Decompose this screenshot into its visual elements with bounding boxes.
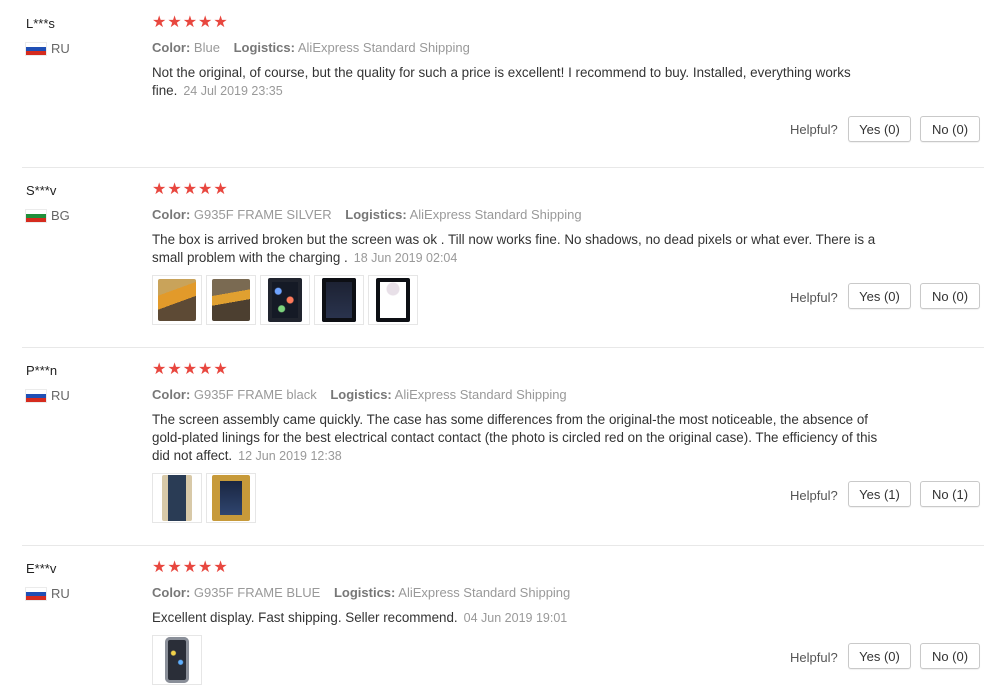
color-value: G935F FRAME black (193, 387, 317, 402)
color-label: Color: (152, 387, 191, 402)
helpful-no-button[interactable]: No (0) (920, 116, 980, 142)
review-meta: Color: G935F FRAME BLUE Logistics: AliEx… (152, 585, 570, 600)
review-divider (22, 545, 984, 546)
star-rating: ★★★★★ (152, 14, 229, 31)
review-date: 04 Jun 2019 19:01 (463, 611, 568, 625)
review-photo-thumbnail[interactable] (206, 275, 256, 325)
review-photo-thumbnail[interactable] (260, 275, 310, 325)
review-text-block: Not the original, of course, but the qua… (152, 64, 887, 100)
country-code: RU (51, 586, 70, 601)
review-photo-thumbnail[interactable] (206, 473, 256, 523)
review-text: The box is arrived broken but the screen… (152, 232, 876, 265)
helpful-label: Helpful? (790, 290, 838, 305)
review-photos (152, 473, 256, 523)
phone-photo-icon (268, 278, 302, 322)
star-rating: ★★★★★ (152, 559, 229, 576)
color-label: Color: (152, 40, 191, 55)
reviewer-name: P***n (26, 363, 58, 378)
reviewer-country: RU (26, 41, 70, 56)
logistics-value: AliExpress Standard Shipping (394, 387, 567, 402)
russia-flag-icon (26, 389, 46, 402)
review-text-block: Excellent display. Fast shipping. Seller… (152, 609, 887, 627)
color-label: Color: (152, 585, 191, 600)
review-photo-thumbnail[interactable] (368, 275, 418, 325)
phone-photo-icon (165, 637, 189, 683)
helpful-yes-button[interactable]: Yes (0) (848, 283, 911, 309)
review-photo-thumbnail[interactable] (152, 275, 202, 325)
review-date: 24 Jul 2019 23:35 (183, 84, 283, 98)
review-divider (22, 167, 984, 168)
review-date: 18 Jun 2019 02:04 (353, 251, 458, 265)
color-value: G935F FRAME SILVER (193, 207, 332, 222)
country-code: RU (51, 388, 70, 403)
review-date: 12 Jun 2019 12:38 (238, 449, 342, 463)
color-value: Blue (193, 40, 220, 55)
logistics-label: Logistics: (345, 207, 407, 222)
review-divider (22, 347, 984, 348)
color-value: G935F FRAME BLUE (193, 585, 321, 600)
logistics-label: Logistics: (233, 40, 295, 55)
review-meta: Color: G935F FRAME SILVER Logistics: Ali… (152, 207, 582, 222)
box-photo-icon (158, 279, 196, 321)
russia-flag-icon (26, 42, 46, 55)
review-photo-thumbnail[interactable] (152, 473, 202, 523)
review-text-block: The box is arrived broken but the screen… (152, 231, 887, 267)
review-photos (152, 275, 418, 325)
reviewer-country: BG (26, 208, 70, 223)
helpful-no-button[interactable]: No (0) (920, 643, 980, 669)
reviewer-name: L***s (26, 16, 55, 31)
color-label: Color: (152, 207, 191, 222)
helpful-no-button[interactable]: No (0) (920, 283, 980, 309)
reviewer-name: S***v (26, 183, 57, 198)
phone-photo-icon (376, 278, 410, 322)
review-text-block: The screen assembly came quickly. The ca… (152, 411, 887, 465)
review-photo-thumbnail[interactable] (314, 275, 364, 325)
star-rating: ★★★★★ (152, 361, 229, 378)
helpful-label: Helpful? (790, 122, 838, 137)
helpful-no-button[interactable]: No (1) (920, 481, 980, 507)
review-photos (152, 635, 202, 685)
helpful-yes-button[interactable]: Yes (1) (848, 481, 911, 507)
review-text: Excellent display. Fast shipping. Seller… (152, 610, 458, 625)
logistics-value: AliExpress Standard Shipping (297, 40, 470, 55)
reviewer-country: RU (26, 388, 70, 403)
phone-photo-icon (212, 475, 250, 521)
logistics-label: Logistics: (333, 585, 396, 600)
logistics-value: AliExpress Standard Shipping (398, 585, 571, 600)
reviewer-country: RU (26, 586, 70, 601)
review-meta: Color: Blue Logistics: AliExpress Standa… (152, 40, 470, 55)
helpful-label: Helpful? (790, 650, 838, 665)
bulgaria-flag-icon (26, 209, 46, 222)
logistics-value: AliExpress Standard Shipping (409, 207, 582, 222)
phone-photo-icon (162, 475, 192, 521)
helpful-yes-button[interactable]: Yes (0) (848, 116, 911, 142)
box-photo-icon (212, 279, 250, 321)
review-photo-thumbnail[interactable] (152, 635, 202, 685)
phone-photo-icon (322, 278, 356, 322)
reviewer-name: E***v (26, 561, 57, 576)
logistics-label: Logistics: (330, 387, 392, 402)
russia-flag-icon (26, 587, 46, 600)
helpful-yes-button[interactable]: Yes (0) (848, 643, 911, 669)
review-meta: Color: G935F FRAME black Logistics: AliE… (152, 387, 567, 402)
country-code: BG (51, 208, 70, 223)
star-rating: ★★★★★ (152, 181, 229, 198)
helpful-label: Helpful? (790, 488, 838, 503)
country-code: RU (51, 41, 70, 56)
